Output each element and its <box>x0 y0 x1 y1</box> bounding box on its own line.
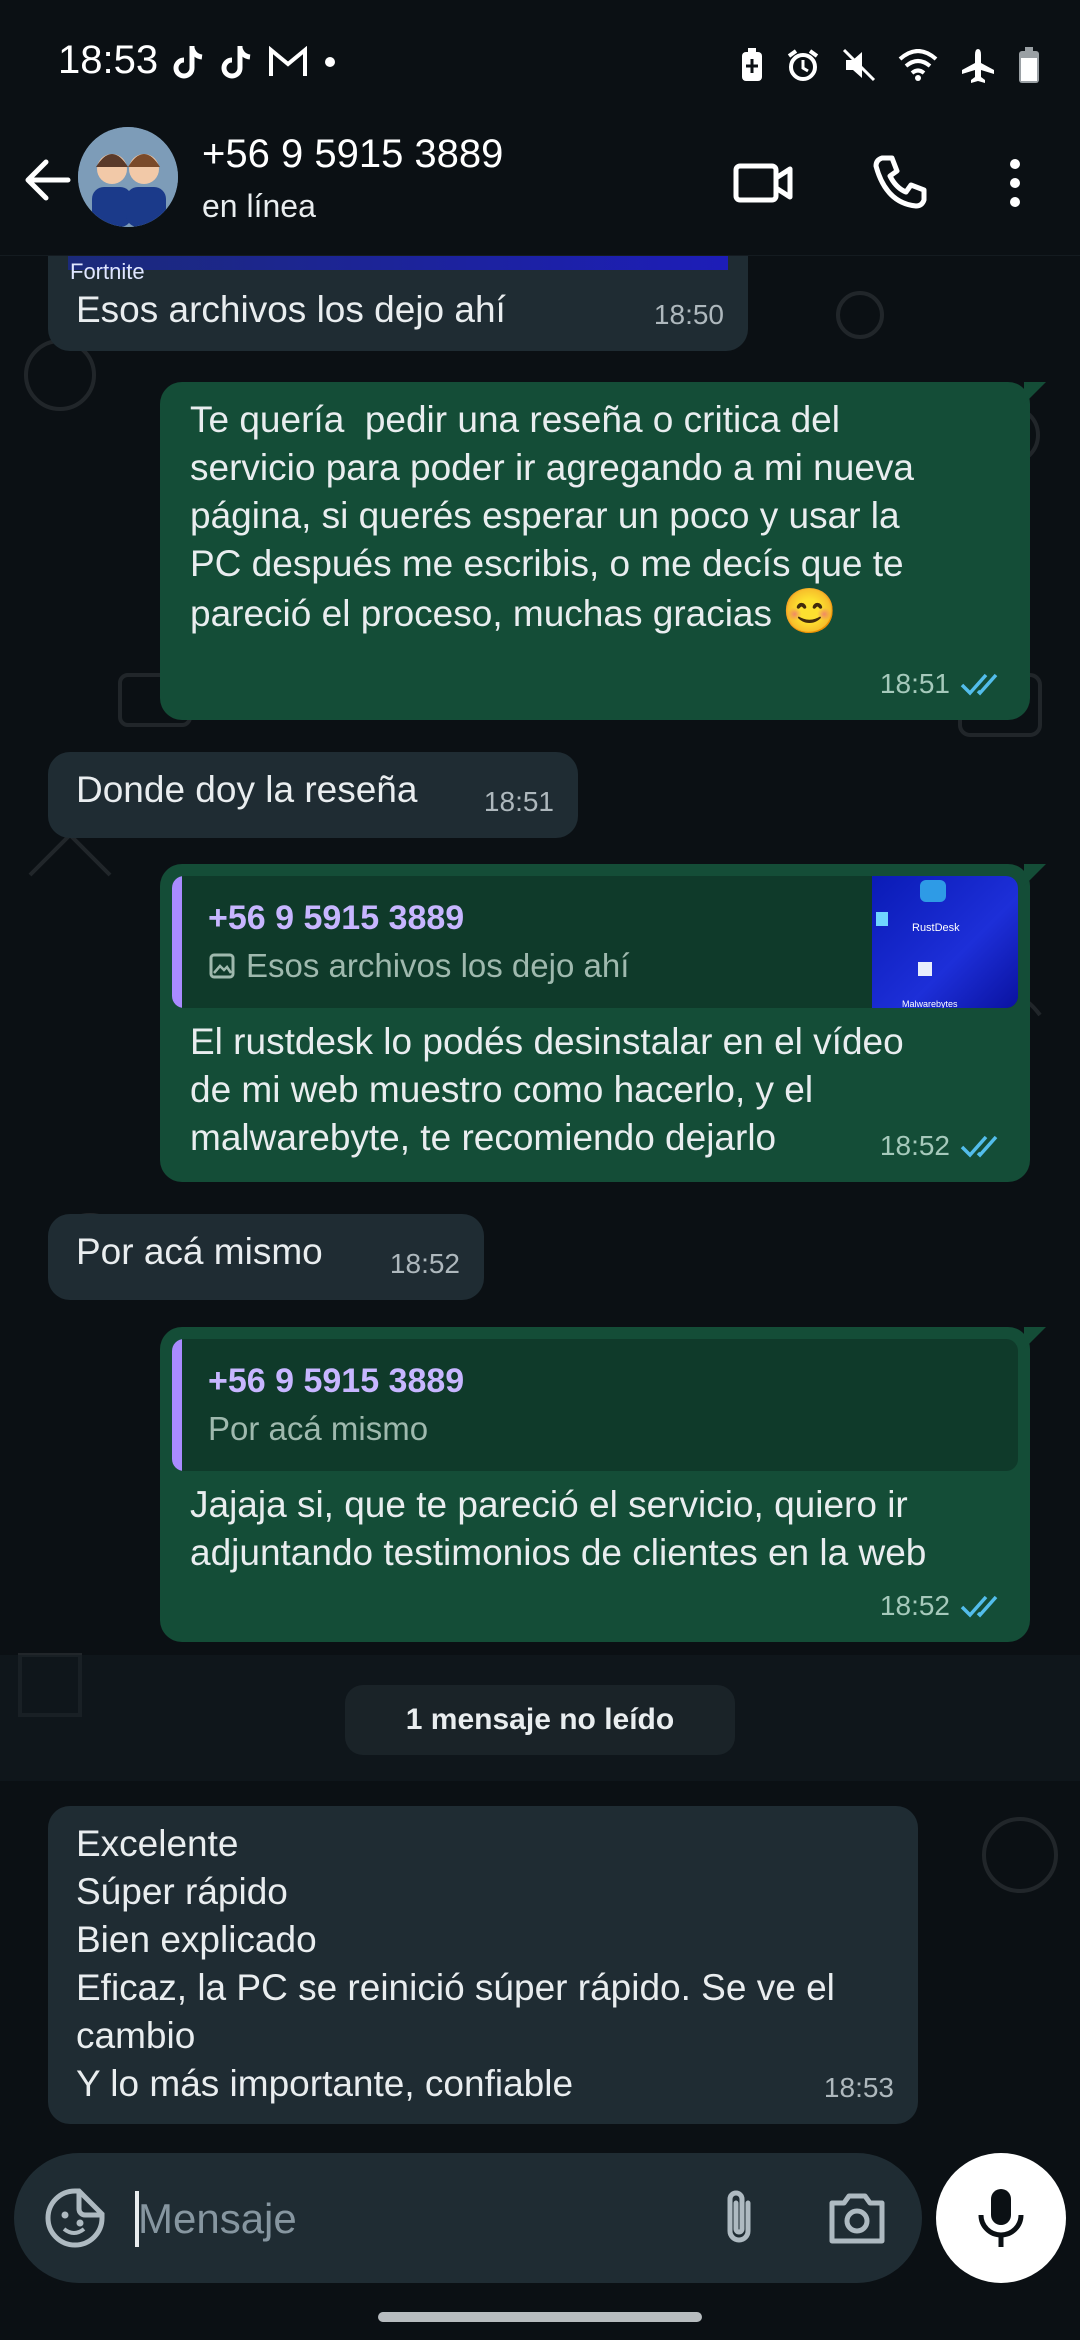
airplane-icon <box>962 49 994 83</box>
bubble-tail <box>1024 382 1046 404</box>
microphone-icon <box>978 2189 1024 2247</box>
reply-quote-text-label: Esos archivos los dejo ahí <box>246 947 630 984</box>
message-text: Te quería pedir una reseña o critica del… <box>190 396 1010 638</box>
malwarebytes-thumb-icon <box>918 962 932 976</box>
contact-status: en línea <box>202 188 316 224</box>
attach-icon[interactable] <box>704 2183 774 2253</box>
chat-screen: 18:53 +56 9 5915 3889 en línea Fortnite … <box>0 0 1080 2340</box>
message-outgoing[interactable]: +56 9 5915 3889 Por acá mismo Jajaja si,… <box>160 1327 1046 1642</box>
double-check-read-icon <box>960 1595 998 1618</box>
text-caret <box>135 2191 139 2247</box>
image-icon <box>209 953 235 979</box>
bubble-tail <box>1024 864 1046 886</box>
voice-message-button[interactable] <box>936 2153 1066 2283</box>
notification-icons <box>172 44 338 80</box>
chat-header: +56 9 5915 3889 en línea <box>0 110 1080 256</box>
status-time: 18:53 <box>58 38 159 82</box>
message-outgoing[interactable]: Te quería pedir una reseña o critica del… <box>160 382 1046 720</box>
message-incoming[interactable]: Por acá mismo 18:52 <box>48 1214 484 1300</box>
reply-quote-bar <box>172 1339 182 1471</box>
reply-quote-bar <box>172 876 182 1008</box>
message-text: Donde doy la reseña <box>76 769 418 810</box>
sticker-icon[interactable] <box>42 2185 108 2251</box>
alarm-icon <box>787 49 819 81</box>
rustdesk-thumb-label: RustDesk <box>912 922 960 934</box>
back-arrow-icon[interactable] <box>18 150 78 210</box>
reply-quote-name: +56 9 5915 3889 <box>208 1362 465 1400</box>
message-composer <box>14 2153 922 2283</box>
double-check-read-icon <box>960 1135 998 1158</box>
camera-icon[interactable] <box>822 2185 892 2251</box>
message-time: 18:51 <box>483 786 554 817</box>
thumb-desktop-icon <box>876 912 888 926</box>
avatar-illustration <box>78 127 178 227</box>
battery-icon <box>1019 47 1039 83</box>
message-text: Excelente Súper rápido Bien explicado Ef… <box>76 1823 835 2104</box>
message-text: Jajaja si, que te pareció el servicio, q… <box>190 1484 927 1573</box>
message-time: 18:52 <box>879 1130 950 1161</box>
smiling-emoji: 😊 <box>782 587 838 636</box>
message-text: Esos archivos los dejo ahí <box>76 289 506 330</box>
message-time: 18:52 <box>389 1248 460 1279</box>
fortnite-media-fragment <box>68 256 728 270</box>
message-time: 18:51 <box>879 668 950 699</box>
bubble-tail <box>1024 1327 1046 1349</box>
wifi-icon <box>898 49 938 81</box>
unread-divider: 1 mensaje no leído <box>345 1685 735 1755</box>
battery-saver-icon <box>742 48 762 81</box>
reply-quote[interactable]: +56 9 5915 3889 Esos archivos los dejo a… <box>172 876 1018 1008</box>
video-call-icon[interactable] <box>728 148 798 218</box>
message-incoming[interactable]: Excelente Súper rápido Bien explicado Ef… <box>48 1806 918 2124</box>
reply-thumbnail: RustDesk Malwarebytes <box>872 876 1018 1008</box>
malwarebytes-thumb-label: Malwarebytes <box>902 999 958 1008</box>
contact-avatar[interactable] <box>78 127 178 227</box>
double-check-read-icon <box>960 673 998 696</box>
message-incoming[interactable]: Donde doy la reseña 18:51 <box>48 752 578 838</box>
system-icons <box>740 46 1040 84</box>
gmail-icon <box>269 46 307 76</box>
message-text: Por acá mismo <box>76 1231 323 1272</box>
dot-icon <box>325 57 335 67</box>
message-input[interactable] <box>136 2185 700 2253</box>
gesture-navigation-bar[interactable] <box>378 2312 702 2322</box>
more-options-icon[interactable] <box>990 148 1040 218</box>
voice-call-icon[interactable] <box>864 148 934 218</box>
mute-icon <box>842 48 876 82</box>
message-time: 18:52 <box>879 1590 950 1621</box>
message-incoming[interactable]: Fortnite Esos archivos los dejo ahí 18:5… <box>48 256 748 351</box>
reply-quote-text: Por acá mismo <box>208 1410 429 1447</box>
message-time: 18:50 <box>653 299 724 330</box>
rustdesk-thumb-icon <box>920 880 946 902</box>
message-time: 18:53 <box>823 2072 894 2103</box>
tiktok-icon <box>173 46 203 79</box>
reply-quote-text: Esos archivos los dejo ahí <box>208 942 629 990</box>
contact-name[interactable]: +56 9 5915 3889 <box>202 132 503 177</box>
reply-quote-name: +56 9 5915 3889 <box>208 899 465 937</box>
reply-quote[interactable]: +56 9 5915 3889 Por acá mismo <box>172 1339 1018 1471</box>
message-outgoing[interactable]: +56 9 5915 3889 Esos archivos los dejo a… <box>160 864 1046 1182</box>
tiktok-icon <box>221 46 251 79</box>
